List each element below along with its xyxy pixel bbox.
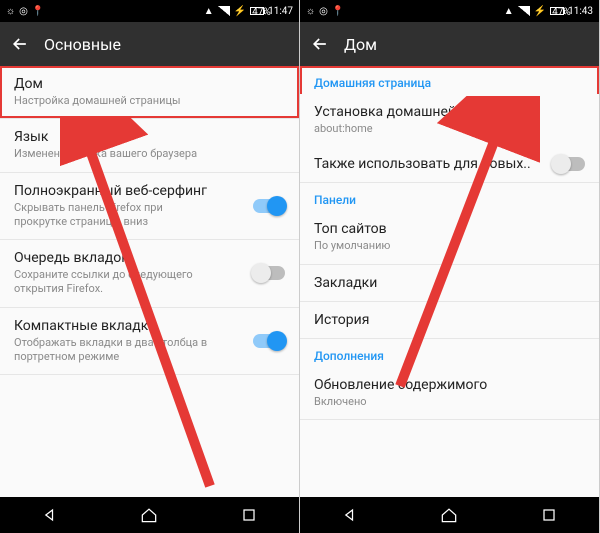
row-bookmarks[interactable]: Закладки: [300, 265, 599, 302]
lightbulb-icon: ☼: [6, 6, 15, 17]
appbar-title: Основные: [44, 35, 121, 54]
toggle-use-for-new[interactable]: [553, 157, 585, 171]
row-label: Дом: [14, 76, 285, 92]
row-subtitle: Сохраните ссылки до следующего открытия …: [14, 268, 214, 297]
wifi-icon: ▲: [204, 6, 214, 17]
app-bar: Основные: [0, 22, 299, 66]
row-label: История: [314, 312, 585, 328]
row-top-sites[interactable]: Топ сайтов По умолчанию: [300, 211, 599, 264]
appbar-title: Дом: [344, 35, 377, 54]
nav-home-icon[interactable]: [439, 505, 459, 525]
row-label: Язык: [14, 129, 285, 145]
charging-icon: ⚡: [234, 6, 246, 17]
row-tab-queue[interactable]: Очередь вкладок Сохраните ссылки до след…: [0, 240, 299, 308]
row-label: Также использовать для новых..: [314, 156, 534, 172]
row-content-updates[interactable]: Обновление содержимого Включено: [300, 367, 599, 420]
row-label: Установка домашней страницы: [314, 104, 585, 120]
status-time: 11:47: [268, 6, 293, 17]
section-addons: Дополнения: [300, 339, 599, 367]
toggle-tab-queue[interactable]: [253, 266, 285, 280]
row-fullscreen[interactable]: Полноэкранный веб-серфинг Скрывать панел…: [0, 173, 299, 241]
row-subtitle: Скрывать панель Firefox при прокрутке ст…: [14, 201, 214, 230]
home-settings-list: Домашняя страница Установка домашней стр…: [300, 66, 599, 497]
charging-icon: ⚡: [534, 6, 546, 17]
nav-back-icon[interactable]: [340, 505, 360, 525]
toggle-fullscreen[interactable]: [253, 199, 285, 213]
nav-bar: [300, 497, 599, 533]
settings-list: Дом Настройка домашней страницы Язык Изм…: [0, 66, 299, 497]
row-language[interactable]: Язык Изменение языка вашего браузера: [0, 119, 299, 172]
row-label: Закладки: [314, 275, 585, 291]
app-bar: Дом: [300, 22, 599, 66]
back-icon[interactable]: [310, 34, 330, 54]
nav-bar: [0, 497, 299, 533]
status-bar: ☼ ◎ 📍 ▲ ⚡ 47% 11:47: [0, 0, 299, 22]
status-bar: ☼ ◎ 📍 ▲ ⚡ 47% 11:43: [300, 0, 599, 22]
row-set-homepage[interactable]: Установка домашней страницы about:home: [300, 94, 599, 146]
section-homepage: Домашняя страница: [300, 66, 599, 94]
row-home[interactable]: Дом Настройка домашней страницы: [0, 66, 299, 119]
circle-icon: ◎: [319, 6, 328, 17]
row-subtitle: По умолчанию: [314, 239, 585, 253]
row-history[interactable]: История: [300, 302, 599, 339]
row-label: Компактные вкладки: [14, 318, 285, 334]
row-label: Полноэкранный веб-серфинг: [14, 183, 285, 199]
row-subtitle: Отображать вкладки в два столбца в портр…: [14, 336, 214, 365]
toggle-compact-tabs[interactable]: [253, 334, 285, 348]
signal-icon: [518, 6, 530, 16]
row-subtitle: Настройка домашней страницы: [14, 94, 285, 108]
row-label: Обновление содержимого: [314, 377, 585, 393]
lightbulb-icon: ☼: [306, 6, 315, 17]
row-subtitle: Изменение языка вашего браузера: [14, 147, 285, 161]
pin-icon: 📍: [32, 6, 44, 17]
nav-home-icon[interactable]: [139, 505, 159, 525]
row-subtitle: about:home: [314, 122, 585, 136]
nav-recent-icon[interactable]: [239, 505, 259, 525]
wifi-icon: ▲: [504, 6, 514, 17]
status-time: 11:43: [568, 6, 593, 17]
phone-left: ☼ ◎ 📍 ▲ ⚡ 47% 11:47 Основные Дом Настрой…: [0, 0, 300, 533]
row-use-for-new[interactable]: Также использовать для новых..: [300, 146, 599, 183]
pin-icon: 📍: [332, 6, 344, 17]
nav-recent-icon[interactable]: [539, 505, 559, 525]
section-panels: Панели: [300, 183, 599, 211]
row-subtitle: Включено: [314, 395, 585, 409]
nav-back-icon[interactable]: [40, 505, 60, 525]
row-label: Очередь вкладок: [14, 250, 285, 266]
row-compact-tabs[interactable]: Компактные вкладки Отображать вкладки в …: [0, 308, 299, 376]
battery-icon: 47%: [250, 7, 264, 15]
phone-right: ☼ ◎ 📍 ▲ ⚡ 47% 11:43 Дом Домашняя страниц…: [300, 0, 600, 533]
back-icon[interactable]: [10, 34, 30, 54]
battery-icon: 47%: [550, 7, 564, 15]
signal-icon: [218, 6, 230, 16]
circle-icon: ◎: [19, 6, 28, 17]
row-label: Топ сайтов: [314, 221, 585, 237]
